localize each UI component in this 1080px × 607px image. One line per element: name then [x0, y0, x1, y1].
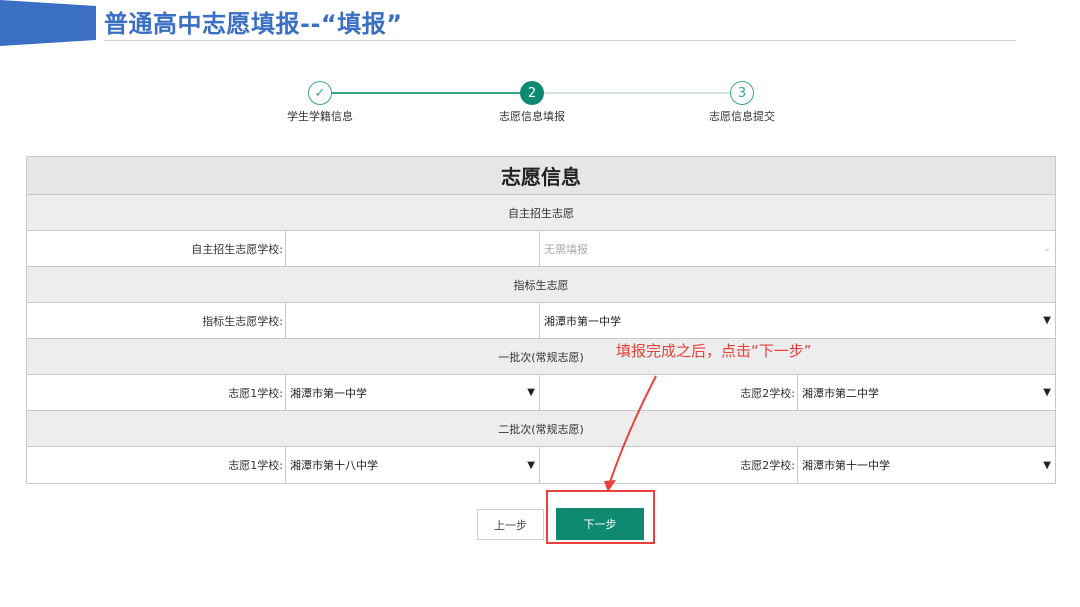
- batch-2-choice-2-select[interactable]: 湘潭市第十一中学 ▼: [797, 447, 1055, 483]
- batch-2-choice-1-select[interactable]: 湘潭市第十八中学 ▼: [285, 447, 539, 483]
- step-connector-2: [544, 92, 730, 94]
- section-quota: 指标生志愿: [27, 267, 1055, 303]
- section-self-enrollment: 自主招生志愿: [27, 195, 1055, 231]
- batch-1-choice-1-label: 志愿1学校:: [228, 386, 283, 400]
- empty-cell: [285, 303, 539, 338]
- chevron-down-icon: ▼: [1043, 387, 1051, 398]
- empty-cell: [285, 231, 539, 266]
- section-batch-2: 二批次(常规志愿): [27, 411, 1055, 447]
- self-enrollment-school-select[interactable]: 无需填报 ⌄: [539, 231, 1055, 266]
- preference-form-table: 志愿信息 自主招生志愿 自主招生志愿学校: 无需填报 ⌄ 指标生志愿 指标生志愿…: [26, 156, 1056, 484]
- chevron-down-icon: ▼: [1043, 315, 1051, 326]
- previous-step-button[interactable]: 上一步: [477, 509, 544, 540]
- batch-1-choice-1-select[interactable]: 湘潭市第一中学 ▼: [285, 375, 539, 410]
- self-enrollment-row: 自主招生志愿学校: 无需填报 ⌄: [27, 231, 1055, 267]
- step-2-marker: 2: [520, 81, 544, 105]
- section-batch-1: 一批次(常规志愿): [27, 339, 1055, 375]
- chevron-down-icon: ⌄: [1042, 243, 1051, 254]
- self-enrollment-school-label: 自主招生志愿学校:: [191, 242, 283, 256]
- quota-school-value: 湘潭市第一中学: [544, 314, 621, 328]
- chevron-down-icon: ▼: [1043, 459, 1051, 471]
- chevron-down-icon: ▼: [527, 387, 535, 398]
- quota-school-select[interactable]: 湘潭市第一中学 ▼: [539, 303, 1055, 338]
- step-1-label: 学生学籍信息: [287, 110, 353, 123]
- form-title: 志愿信息: [27, 157, 1055, 195]
- progress-stepper: ✓ 2 3 学生学籍信息 志愿信息填报 志愿信息提交: [0, 0, 1080, 130]
- batch-2-choice-1-value: 湘潭市第十八中学: [290, 459, 378, 472]
- step-2-label: 志愿信息填报: [499, 110, 565, 123]
- step-1-check-icon: ✓: [308, 81, 332, 105]
- chevron-down-icon: ▼: [527, 459, 535, 471]
- step-3-marker: 3: [730, 81, 754, 105]
- batch-2-choice-1-label: 志愿1学校:: [228, 459, 283, 472]
- step-connector-1: [332, 92, 520, 94]
- annotation-callout: 填报完成之后，点击“下一步”: [616, 342, 812, 360]
- batch-1-choice-1-value: 湘潭市第一中学: [290, 386, 367, 400]
- batch-1-choice-2-value: 湘潭市第二中学: [802, 386, 879, 400]
- next-step-button[interactable]: 下一步: [556, 508, 644, 540]
- self-enrollment-school-value: 无需填报: [544, 242, 588, 256]
- quota-school-label: 指标生志愿学校:: [202, 314, 283, 328]
- batch-2-row: 志愿1学校: 湘潭市第十八中学 ▼ 志愿2学校: 湘潭市第十一中学 ▼: [27, 447, 1055, 483]
- batch-1-row: 志愿1学校: 湘潭市第一中学 ▼ 志愿2学校: 湘潭市第二中学 ▼: [27, 375, 1055, 411]
- batch-2-choice-2-label: 志愿2学校:: [539, 447, 797, 483]
- step-3-label: 志愿信息提交: [709, 110, 775, 123]
- batch-1-choice-2-label: 志愿2学校:: [539, 375, 797, 410]
- batch-1-choice-2-select[interactable]: 湘潭市第二中学 ▼: [797, 375, 1055, 410]
- quota-row: 指标生志愿学校: 湘潭市第一中学 ▼: [27, 303, 1055, 339]
- batch-2-choice-2-value: 湘潭市第十一中学: [802, 459, 890, 472]
